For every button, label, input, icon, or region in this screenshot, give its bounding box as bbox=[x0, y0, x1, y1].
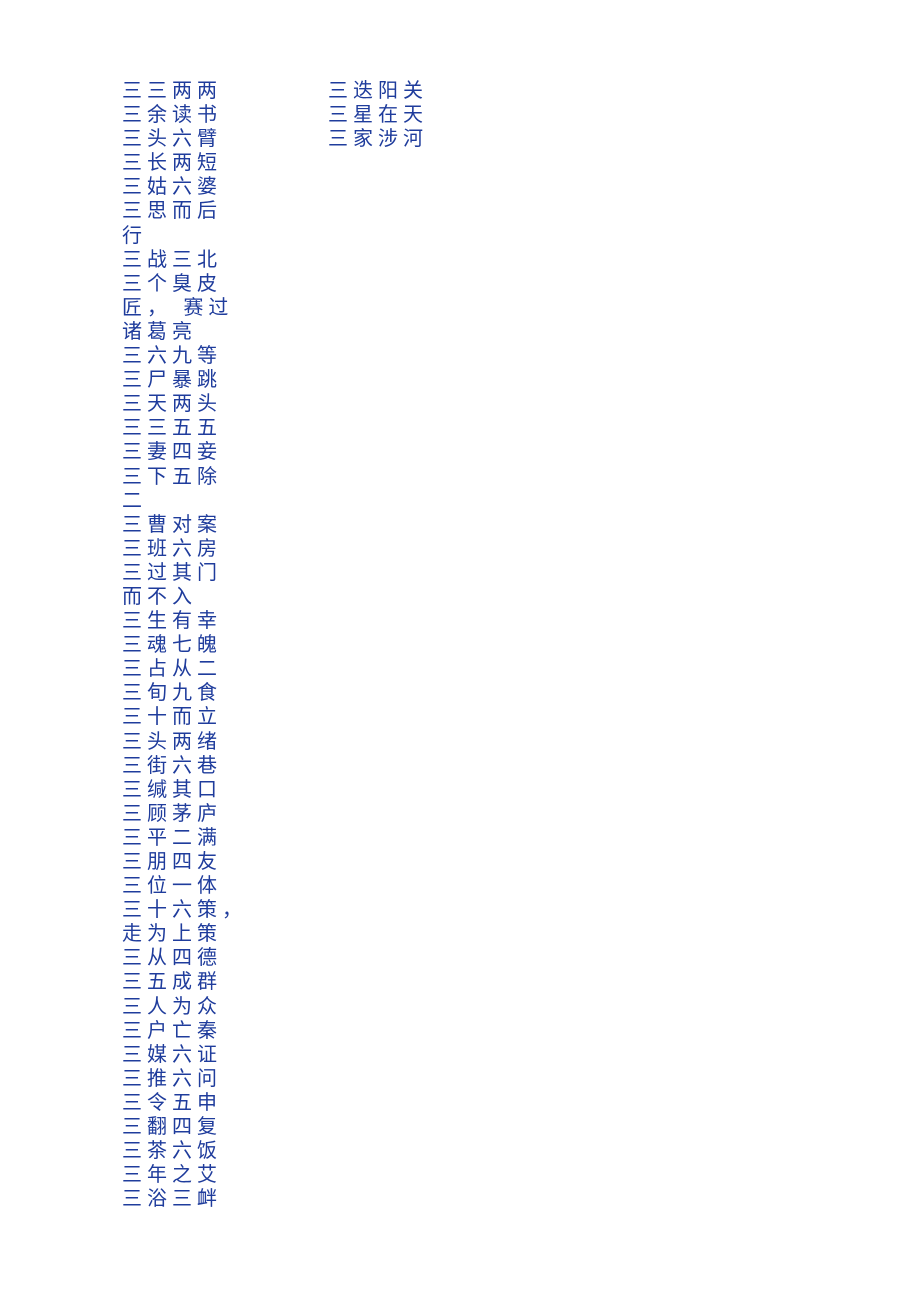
idiom-entry: 三朋四友 bbox=[122, 849, 247, 873]
idiom-entry: 三尸暴跳 bbox=[122, 367, 247, 391]
idiom-entry: 三班六房 bbox=[122, 536, 247, 560]
idiom-text-line: 而不入 bbox=[122, 583, 197, 608]
idiom-text-line: 三媒六证 bbox=[122, 1041, 222, 1066]
idiom-entry: 三长两短 bbox=[122, 150, 247, 174]
idiom-text-line: 三星在天 bbox=[328, 102, 428, 127]
idiom-text-line: 行 bbox=[122, 222, 147, 247]
idiom-entry: 三位一体 bbox=[122, 873, 247, 897]
idiom-text-line: 三曹对案 bbox=[122, 511, 222, 536]
idiom-list-column-2: 三迭阳关 三星在天 三家涉河 bbox=[328, 78, 428, 150]
idiom-entry: 三战三北 bbox=[122, 247, 247, 271]
idiom-text-line: 二 bbox=[122, 487, 147, 512]
idiom-entry: 三思而后行 bbox=[122, 198, 247, 246]
idiom-entry: 三翻四复 bbox=[122, 1114, 247, 1138]
idiom-text-line: 三下五除 bbox=[122, 463, 222, 488]
idiom-entry: 三六九等 bbox=[122, 343, 247, 367]
idiom-entry: 三魂七魄 bbox=[122, 632, 247, 656]
idiom-entry: 三茶六饭 bbox=[122, 1138, 247, 1162]
idiom-entry: 三街六巷 bbox=[122, 753, 247, 777]
idiom-text-line: 三占从二 bbox=[122, 656, 222, 681]
idiom-text-line: 三迭阳关 bbox=[328, 78, 428, 102]
idiom-entry: 三浴三衅 bbox=[122, 1186, 247, 1210]
idiom-entry: 三人为众 bbox=[122, 994, 247, 1018]
idiom-text-line: 三头两绪 bbox=[122, 728, 222, 753]
idiom-text-line: 三十六策， bbox=[122, 897, 247, 922]
idiom-text-line: 三位一体 bbox=[122, 873, 222, 898]
idiom-text-line: 三年之艾 bbox=[122, 1162, 222, 1187]
idiom-entry: 三媒六证 bbox=[122, 1042, 247, 1066]
idiom-entry: 三三两两 bbox=[122, 78, 247, 102]
idiom-entry: 三平二满 bbox=[122, 825, 247, 849]
idiom-entry: 三旬九食 bbox=[122, 680, 247, 704]
idiom-entry: 三生有幸 bbox=[122, 608, 247, 632]
idiom-entry: 三令五申 bbox=[122, 1090, 247, 1114]
idiom-entry: 三个臭皮 匠， 赛过 诸葛亮 bbox=[122, 271, 247, 343]
idiom-text-line: 三平二满 bbox=[122, 824, 222, 849]
idiom-text-line: 三令五申 bbox=[122, 1089, 222, 1114]
idiom-text-line: 三妻四妾 bbox=[122, 439, 222, 464]
idiom-entry: 三头六臂 bbox=[122, 126, 247, 150]
idiom-text-line: 三过其门 bbox=[122, 559, 222, 584]
idiom-entry: 三姑六婆 bbox=[122, 174, 247, 198]
idiom-entry: 三妻四妾 bbox=[122, 439, 247, 463]
idiom-text-line: 三三五五 bbox=[122, 415, 222, 440]
idiom-text-line: 三尸暴跳 bbox=[122, 367, 222, 392]
idiom-entry: 三迭阳关 bbox=[328, 78, 428, 102]
idiom-text-line: 三六九等 bbox=[122, 343, 222, 368]
idiom-text-line: 三推六问 bbox=[122, 1065, 222, 1090]
idiom-entry: 三五成群 bbox=[122, 969, 247, 993]
idiom-text-line: 三缄其口 bbox=[122, 776, 222, 801]
idiom-text-line: 三长两短 bbox=[122, 150, 222, 175]
idiom-entry: 三曹对案 bbox=[122, 512, 247, 536]
idiom-entry: 三从四德 bbox=[122, 945, 247, 969]
idiom-text-line: 走为上策 bbox=[122, 921, 222, 946]
idiom-text-line: 三个臭皮 bbox=[122, 270, 222, 295]
idiom-text-line: 三顾茅庐 bbox=[122, 800, 222, 825]
idiom-entry: 三占从二 bbox=[122, 656, 247, 680]
idiom-text-line: 三天两头 bbox=[122, 391, 222, 416]
idiom-text-line: 三思而后 bbox=[122, 198, 222, 223]
idiom-entry: 三星在天 bbox=[328, 102, 428, 126]
idiom-entry: 三三五五 bbox=[122, 415, 247, 439]
idiom-text-line: 诸葛亮 bbox=[122, 318, 197, 343]
idiom-entry: 三户亡秦 bbox=[122, 1018, 247, 1042]
idiom-text-line: 三户亡秦 bbox=[122, 1017, 222, 1042]
idiom-entry: 三家涉河 bbox=[328, 126, 428, 150]
idiom-text-line: 三朋四友 bbox=[122, 849, 222, 873]
idiom-entry: 三头两绪 bbox=[122, 729, 247, 753]
idiom-text-line: 三班六房 bbox=[122, 535, 222, 560]
idiom-entry: 三顾茅庐 bbox=[122, 801, 247, 825]
idiom-text-line: 三旬九食 bbox=[122, 680, 222, 705]
idiom-text-line: 三魂七魄 bbox=[122, 632, 222, 657]
idiom-entry: 三十六策， 走为上策 bbox=[122, 897, 247, 945]
idiom-text-line: 三三两两 bbox=[122, 78, 222, 102]
idiom-text-line: 三街六巷 bbox=[122, 752, 222, 777]
idiom-text-line: 三十而立 bbox=[122, 704, 222, 729]
idiom-text-line: 三从四德 bbox=[122, 945, 222, 970]
idiom-entry: 三下五除二 bbox=[122, 464, 247, 512]
idiom-text-line: 三五成群 bbox=[122, 969, 222, 994]
idiom-text-line: 三翻四复 bbox=[122, 1114, 222, 1139]
idiom-text-line: 三头六臂 bbox=[122, 126, 222, 151]
idiom-list-column-1: 三三两两 三余读书 三头六臂 三长两短 三姑六婆 三思而后行三战三北 三个臭皮 匠， 赛过 诸葛… bbox=[122, 78, 247, 1210]
idiom-entry: 三推六问 bbox=[122, 1066, 247, 1090]
idiom-entry: 三年之艾 bbox=[122, 1162, 247, 1186]
idiom-text-line: 匠， 赛过 bbox=[122, 294, 234, 319]
idiom-entry: 三十而立 bbox=[122, 704, 247, 728]
idiom-text-line: 三战三北 bbox=[122, 246, 222, 271]
idiom-text-line: 三人为众 bbox=[122, 993, 222, 1018]
idiom-entry: 三缄其口 bbox=[122, 777, 247, 801]
idiom-entry: 三余读书 bbox=[122, 102, 247, 126]
idiom-text-line: 三家涉河 bbox=[328, 126, 428, 151]
idiom-text-line: 三姑六婆 bbox=[122, 174, 222, 199]
idiom-text-line: 三茶六饭 bbox=[122, 1138, 222, 1163]
idiom-text-line: 三余读书 bbox=[122, 102, 222, 127]
idiom-text-line: 三生有幸 bbox=[122, 608, 222, 633]
idiom-text-line: 三浴三衅 bbox=[122, 1186, 222, 1211]
idiom-entry: 三过其门 而不入 bbox=[122, 560, 247, 608]
idiom-entry: 三天两头 bbox=[122, 391, 247, 415]
